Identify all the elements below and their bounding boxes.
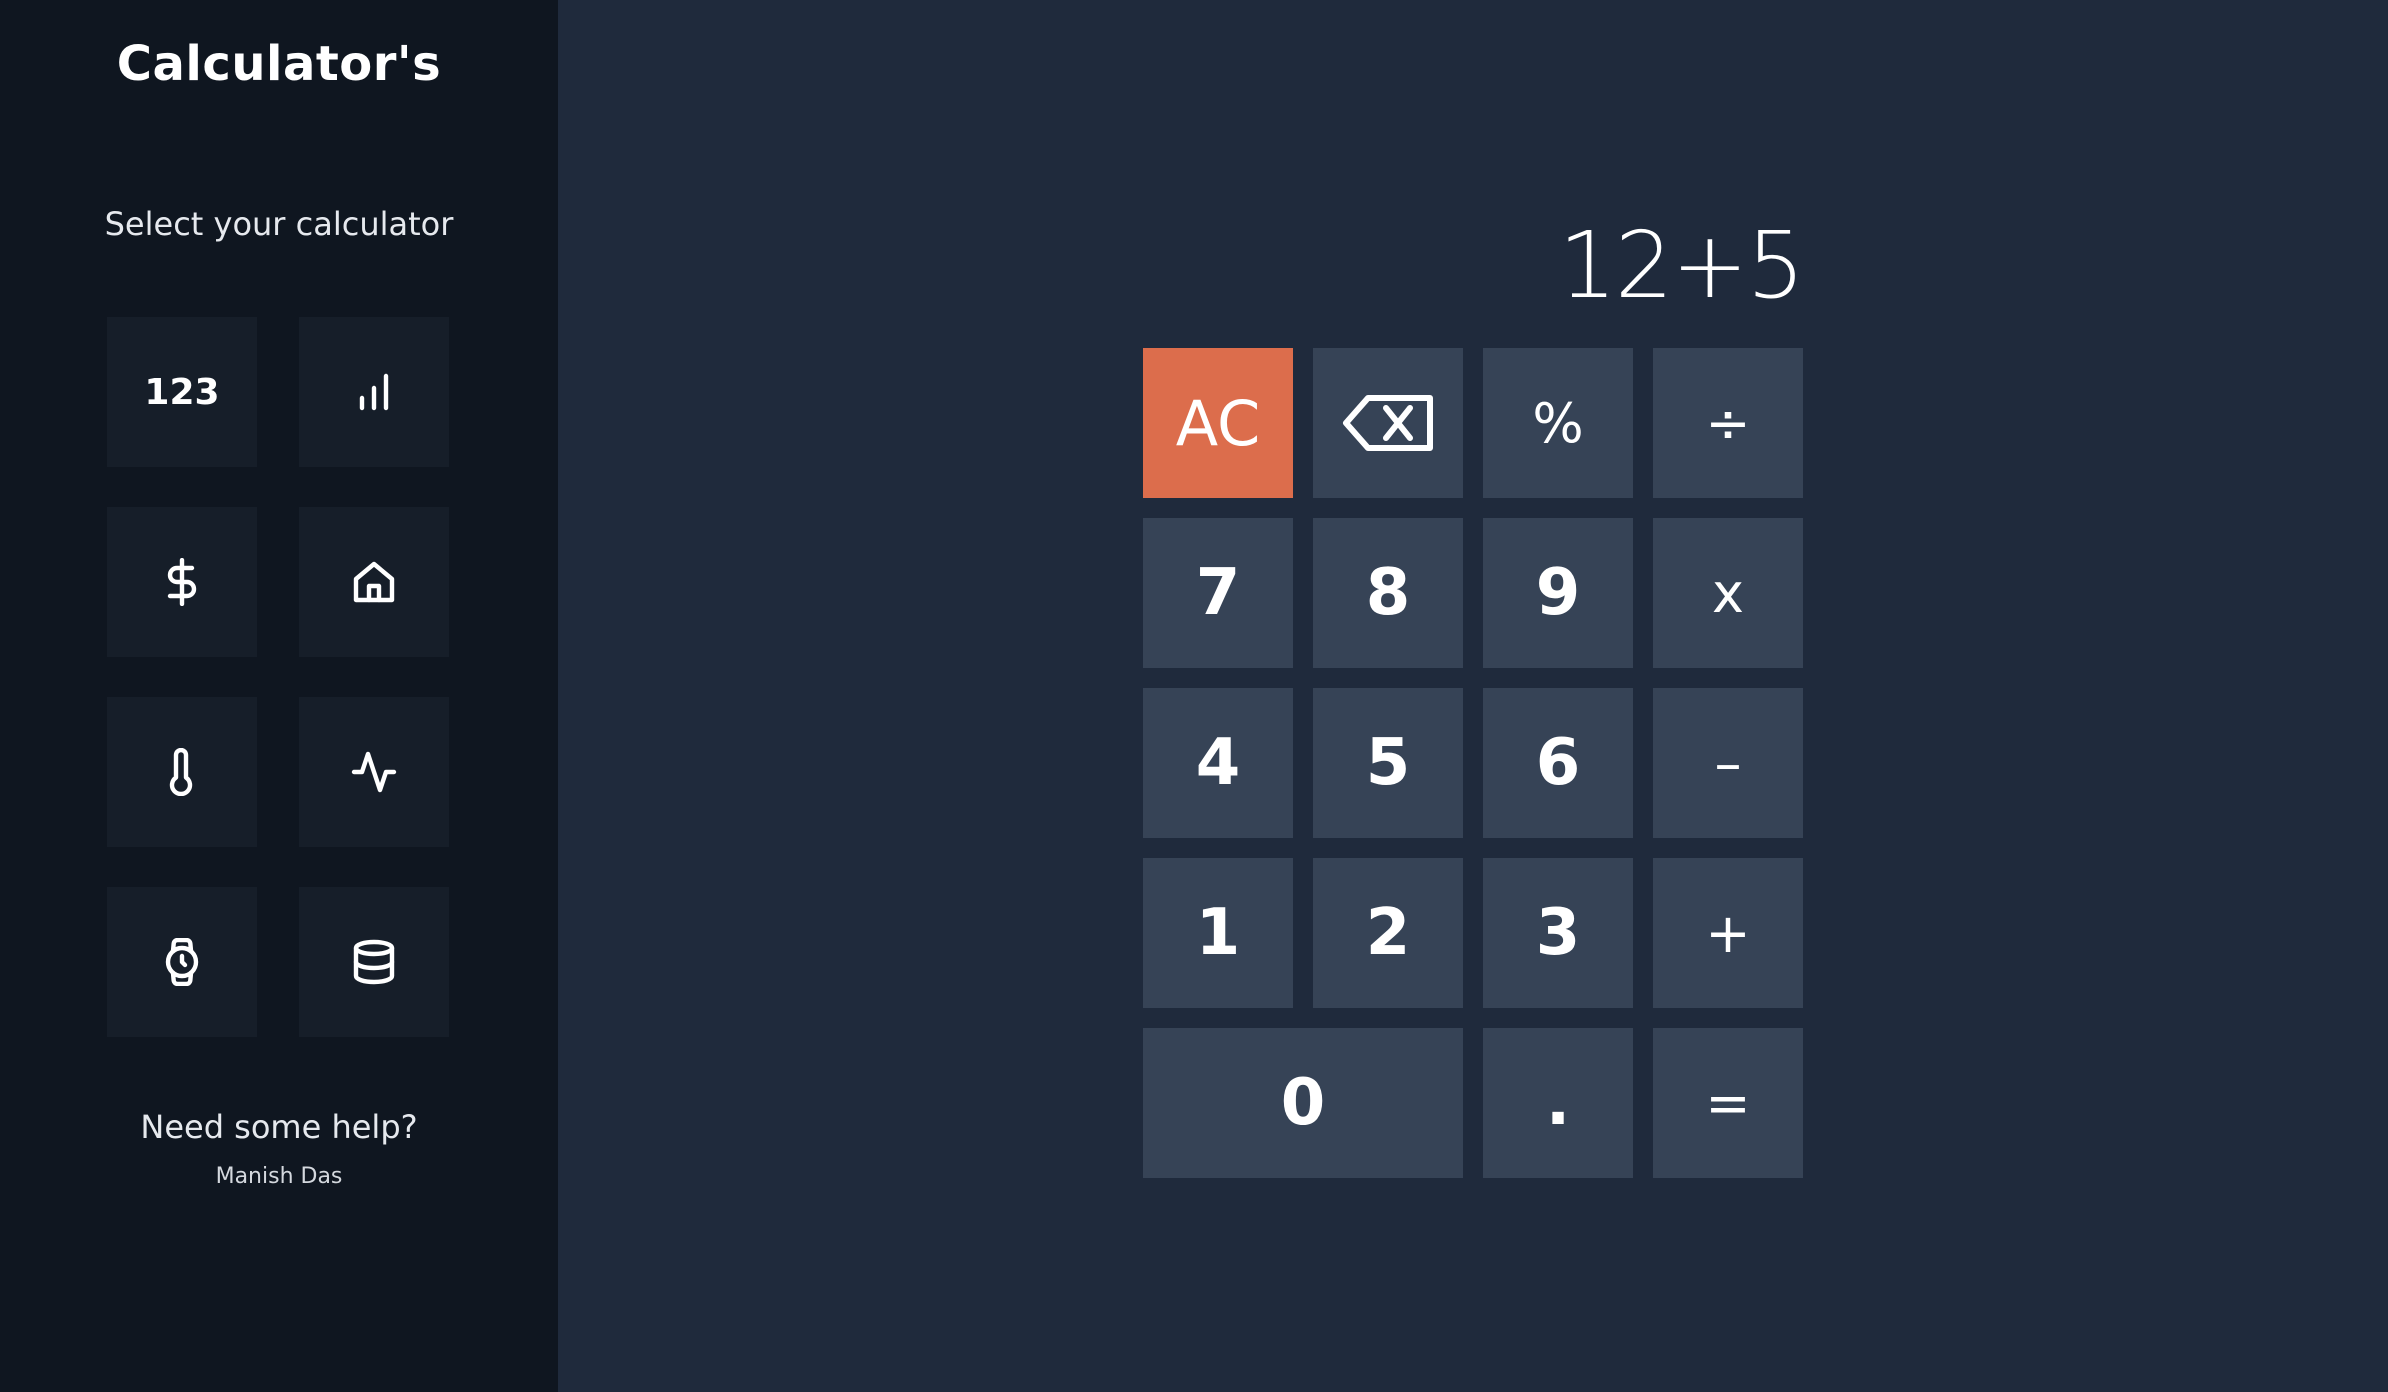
watch-icon xyxy=(165,938,199,986)
calculator-tile-basic[interactable]: 123 xyxy=(107,317,257,467)
help-title[interactable]: Need some help? xyxy=(0,1108,558,1146)
percent-button[interactable]: % xyxy=(1483,348,1633,498)
calculator-tile-time[interactable] xyxy=(107,887,257,1037)
digit-7-button[interactable]: 7 xyxy=(1143,518,1293,668)
digit-3-button[interactable]: 3 xyxy=(1483,858,1633,1008)
calculator-display: 12+5 xyxy=(1558,212,1805,319)
backspace-button[interactable] xyxy=(1313,348,1463,498)
activity-icon xyxy=(351,751,397,793)
database-icon xyxy=(353,939,395,985)
digit-0-button[interactable]: 0 xyxy=(1143,1028,1463,1178)
digit-2-button[interactable]: 2 xyxy=(1313,858,1463,1008)
select-calculator-label: Select your calculator xyxy=(104,205,454,243)
divide-button[interactable]: ÷ xyxy=(1653,348,1803,498)
multiply-button[interactable]: x xyxy=(1653,518,1803,668)
calculator-tile-mortgage[interactable] xyxy=(299,507,449,657)
all-clear-button[interactable]: AC xyxy=(1143,348,1293,498)
help-author[interactable]: Manish Das xyxy=(0,1164,558,1189)
digit-4-button[interactable]: 4 xyxy=(1143,688,1293,838)
home-icon xyxy=(353,561,395,603)
dollar-icon xyxy=(167,558,197,606)
calculator-tile-health[interactable] xyxy=(299,697,449,847)
calculator-tile-data[interactable] xyxy=(299,887,449,1037)
sidebar: Calculator's Select your calculator 123 xyxy=(0,0,558,1392)
decimal-button[interactable]: . xyxy=(1483,1028,1633,1178)
digit-9-button[interactable]: 9 xyxy=(1483,518,1633,668)
digit-5-button[interactable]: 5 xyxy=(1313,688,1463,838)
app: Calculator's Select your calculator 123 xyxy=(0,0,2388,1392)
backspace-icon xyxy=(1343,395,1433,451)
calculator-tile-statistics[interactable] xyxy=(299,317,449,467)
digit-8-button[interactable]: 8 xyxy=(1313,518,1463,668)
bar-chart-icon xyxy=(359,373,389,411)
digit-1-button[interactable]: 1 xyxy=(1143,858,1293,1008)
subtract-button[interactable]: – xyxy=(1653,688,1803,838)
add-button[interactable]: + xyxy=(1653,858,1803,1008)
app-title: Calculator's xyxy=(116,36,442,92)
calculator-tile-currency[interactable] xyxy=(107,507,257,657)
digit-6-button[interactable]: 6 xyxy=(1483,688,1633,838)
equals-button[interactable]: = xyxy=(1653,1028,1803,1178)
thermometer-icon xyxy=(169,748,193,796)
numbers-icon: 123 xyxy=(144,371,220,413)
calculator-tile-temperature[interactable] xyxy=(107,697,257,847)
